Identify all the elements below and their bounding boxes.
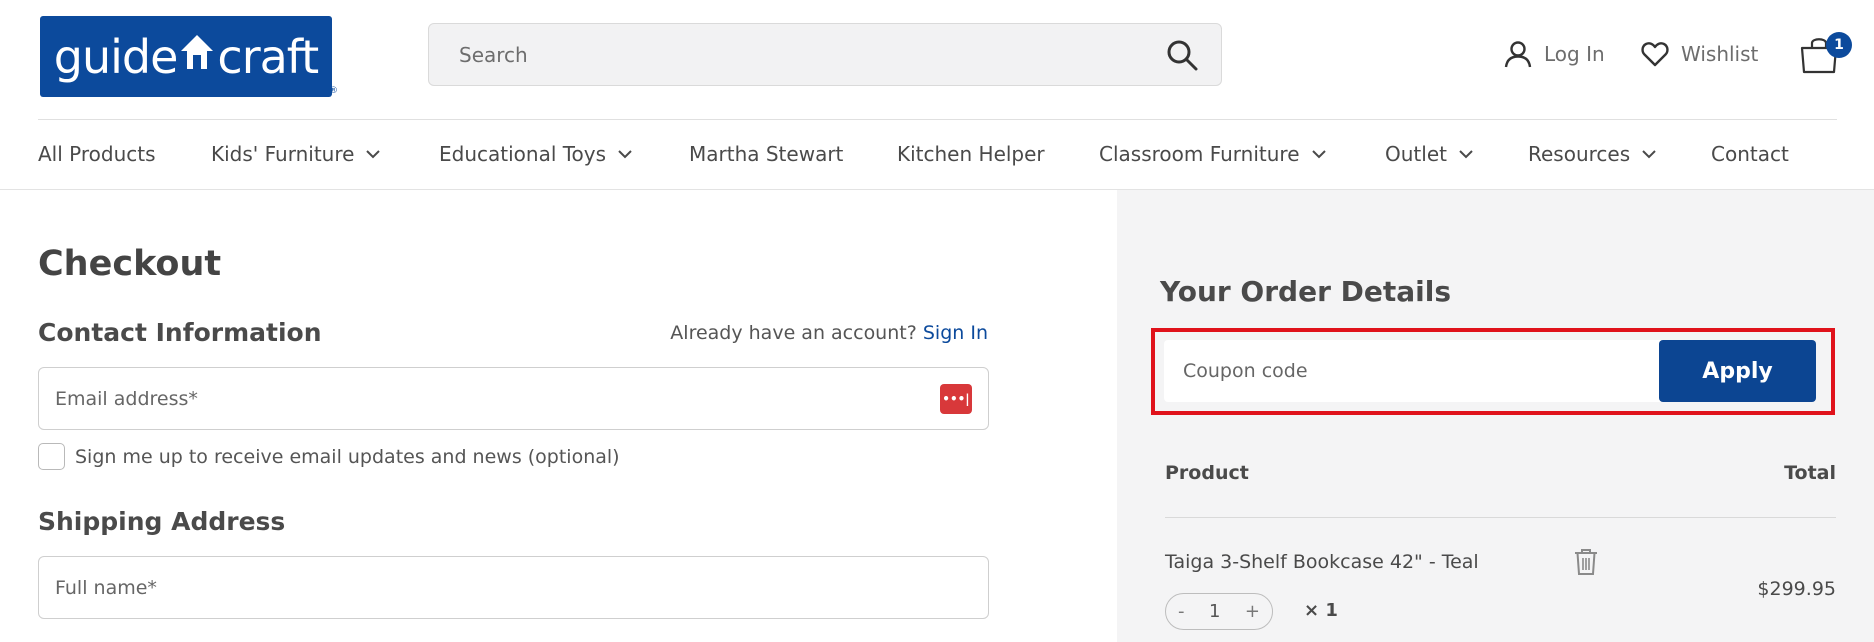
nav-item-classroom-furniture[interactable]: Classroom Furniture (1099, 142, 1326, 166)
quantity-stepper: - 1 + (1165, 593, 1273, 630)
nav-label: All Products (38, 142, 156, 166)
wishlist-link[interactable]: Wishlist (1641, 40, 1758, 68)
email-field-wrapper: •••| (38, 367, 989, 430)
newsletter-optin: Sign me up to receive email updates and … (38, 443, 620, 470)
user-icon (1504, 41, 1532, 68)
header-divider (38, 119, 1837, 120)
chevron-down-icon (1459, 150, 1473, 159)
nav-item-educational-toys[interactable]: Educational Toys (439, 142, 632, 166)
nav-item-kids-furniture[interactable]: Kids' Furniture (211, 142, 381, 166)
column-header-total: Total (1784, 462, 1836, 484)
logo-text-left: guide (53, 29, 179, 84)
guidecraft-logo[interactable]: guide craft (40, 16, 332, 97)
nav-item-martha-stewart[interactable]: Martha Stewart (689, 142, 843, 166)
order-summary-panel (1117, 190, 1874, 642)
newsletter-label: Sign me up to receive email updates and … (75, 445, 620, 468)
nav-item-contact[interactable]: Contact (1711, 142, 1789, 166)
wishlist-label: Wishlist (1681, 42, 1759, 66)
nav-label: Resources (1528, 142, 1631, 166)
column-header-product: Product (1165, 462, 1249, 484)
product-name: Taiga 3-Shelf Bookcase 42" - Teal (1165, 551, 1479, 573)
trash-icon[interactable] (1574, 548, 1598, 576)
coupon-code-input[interactable] (1170, 342, 1654, 400)
shipping-address-heading: Shipping Address (38, 507, 286, 536)
nav-label: Outlet (1385, 142, 1447, 166)
account-prompt-text: Already have an account? (670, 322, 917, 344)
order-details-heading: Your Order Details (1160, 275, 1452, 308)
main-nav: All Products Kids' Furniture Educational… (0, 142, 1874, 168)
nav-item-all-products[interactable]: All Products (38, 142, 156, 166)
account-prompt: Already have an account? Sign In (670, 322, 988, 344)
chevron-down-icon (1642, 150, 1656, 159)
contact-info-heading: Contact Information (38, 318, 322, 347)
fullname-field-wrapper (38, 556, 989, 619)
login-label: Log In (1544, 42, 1605, 66)
search-input[interactable] (459, 42, 1165, 67)
logo-text-right: craft (217, 29, 319, 84)
nav-item-resources[interactable]: Resources (1528, 142, 1656, 166)
nav-label: Martha Stewart (689, 142, 844, 166)
login-link[interactable]: Log In (1504, 40, 1605, 68)
quantity-multiplier: × 1 (1304, 600, 1338, 621)
nav-label: Classroom Furniture (1099, 142, 1300, 166)
sign-in-link[interactable]: Sign In (923, 322, 988, 344)
newsletter-checkbox[interactable] (38, 443, 65, 470)
fullname-field[interactable] (55, 576, 972, 599)
search-bar (428, 23, 1222, 86)
nav-label: Contact (1711, 142, 1789, 166)
nav-label: Educational Toys (439, 142, 607, 166)
table-divider (1165, 517, 1836, 518)
increment-button[interactable]: + (1245, 601, 1260, 622)
nav-label: Kitchen Helper (897, 142, 1045, 166)
apply-coupon-button[interactable]: Apply (1659, 340, 1816, 402)
nav-item-kitchen-helper[interactable]: Kitchen Helper (897, 142, 1045, 166)
decrement-button[interactable]: - (1178, 601, 1185, 622)
chevron-down-icon (618, 150, 632, 159)
chevron-down-icon (1311, 150, 1326, 159)
nav-label: Kids' Furniture (211, 142, 355, 166)
house-icon (179, 33, 215, 81)
product-total: $299.95 (1757, 578, 1836, 600)
cart-count-badge: 1 (1826, 32, 1852, 58)
password-manager-icon[interactable]: •••| (940, 383, 972, 414)
registered-mark: ® (329, 86, 338, 96)
search-icon[interactable] (1165, 38, 1199, 72)
nav-item-outlet[interactable]: Outlet (1385, 142, 1473, 166)
chevron-down-icon (366, 150, 381, 159)
quantity-value: 1 (1208, 601, 1221, 622)
email-field[interactable] (55, 387, 940, 410)
heart-icon (1641, 42, 1669, 67)
page-title: Checkout (38, 244, 222, 284)
